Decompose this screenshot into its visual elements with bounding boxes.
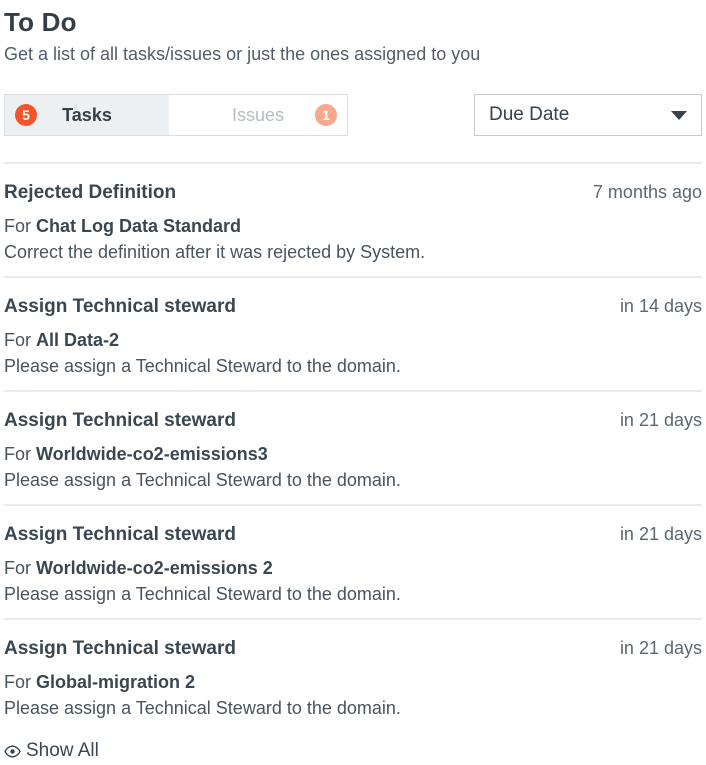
eye-icon [4, 745, 21, 758]
tab-group: 5 Tasks Issues 1 [4, 94, 348, 136]
task-list: Rejected Definition 7 months ago For Cha… [4, 162, 702, 732]
task-item[interactable]: Assign Technical steward in 21 days For … [4, 390, 702, 504]
task-description: Correct the definition after it was reje… [4, 240, 702, 264]
task-asset-name: Global-migration 2 [36, 672, 195, 692]
task-title: Assign Technical steward [4, 409, 236, 433]
task-title: Assign Technical steward [4, 523, 236, 547]
task-item-head: Assign Technical steward in 21 days [4, 408, 702, 433]
task-item-head: Rejected Definition 7 months ago [4, 180, 702, 205]
task-item[interactable]: Rejected Definition 7 months ago For Cha… [4, 162, 702, 276]
show-all-label: Show All [26, 740, 99, 762]
due-date-select[interactable]: Due Date [474, 94, 702, 136]
task-title: Assign Technical steward [4, 637, 236, 661]
task-asset-name: All Data-2 [36, 330, 119, 350]
task-for-prefix: For [4, 330, 31, 350]
task-description: Please assign a Technical Steward to the… [4, 354, 702, 378]
task-asset-name: Chat Log Data Standard [36, 216, 241, 236]
chevron-down-icon [671, 111, 687, 120]
task-description: Please assign a Technical Steward to the… [4, 468, 702, 492]
task-due-date: in 21 days [620, 408, 702, 432]
tab-tasks-label: Tasks [62, 105, 112, 126]
task-for-prefix: For [4, 444, 31, 464]
task-due-date: in 21 days [620, 636, 702, 660]
show-all-button[interactable]: Show All [4, 740, 99, 762]
tab-tasks[interactable]: 5 Tasks [5, 95, 169, 135]
task-description: Please assign a Technical Steward to the… [4, 582, 702, 606]
task-for: For Global-migration 2 [4, 670, 702, 694]
task-for-prefix: For [4, 558, 31, 578]
task-due-date: in 14 days [620, 294, 702, 318]
page-subtitle: Get a list of all tasks/issues or just t… [4, 42, 702, 66]
todo-widget: To Do Get a list of all tasks/issues or … [0, 0, 706, 763]
task-title: Assign Technical steward [4, 295, 236, 319]
task-item[interactable]: Assign Technical steward in 21 days For … [4, 504, 702, 618]
task-asset-name: Worldwide-co2-emissions3 [36, 444, 268, 464]
task-for: For Worldwide-co2-emissions3 [4, 442, 702, 466]
task-for-prefix: For [4, 216, 31, 236]
task-item-head: Assign Technical steward in 14 days [4, 294, 702, 319]
tasks-count-badge: 5 [15, 104, 37, 126]
controls-row: 5 Tasks Issues 1 Due Date [4, 94, 702, 136]
task-item[interactable]: Assign Technical steward in 14 days For … [4, 276, 702, 390]
task-for: For All Data-2 [4, 328, 702, 352]
task-item-head: Assign Technical steward in 21 days [4, 636, 702, 661]
task-asset-name: Worldwide-co2-emissions 2 [36, 558, 273, 578]
task-description: Please assign a Technical Steward to the… [4, 696, 702, 720]
tab-issues-label: Issues [232, 105, 284, 126]
task-due-date: 7 months ago [593, 180, 702, 204]
task-for-prefix: For [4, 672, 31, 692]
issues-count-badge: 1 [315, 104, 337, 126]
task-item[interactable]: Assign Technical steward in 21 days For … [4, 618, 702, 732]
task-for: For Chat Log Data Standard [4, 214, 702, 238]
due-date-select-value: Due Date [489, 104, 569, 126]
task-for: For Worldwide-co2-emissions 2 [4, 556, 702, 580]
page-title: To Do [4, 6, 702, 38]
task-title: Rejected Definition [4, 181, 176, 205]
task-item-head: Assign Technical steward in 21 days [4, 522, 702, 547]
task-due-date: in 21 days [620, 522, 702, 546]
tab-issues[interactable]: Issues 1 [169, 95, 347, 135]
